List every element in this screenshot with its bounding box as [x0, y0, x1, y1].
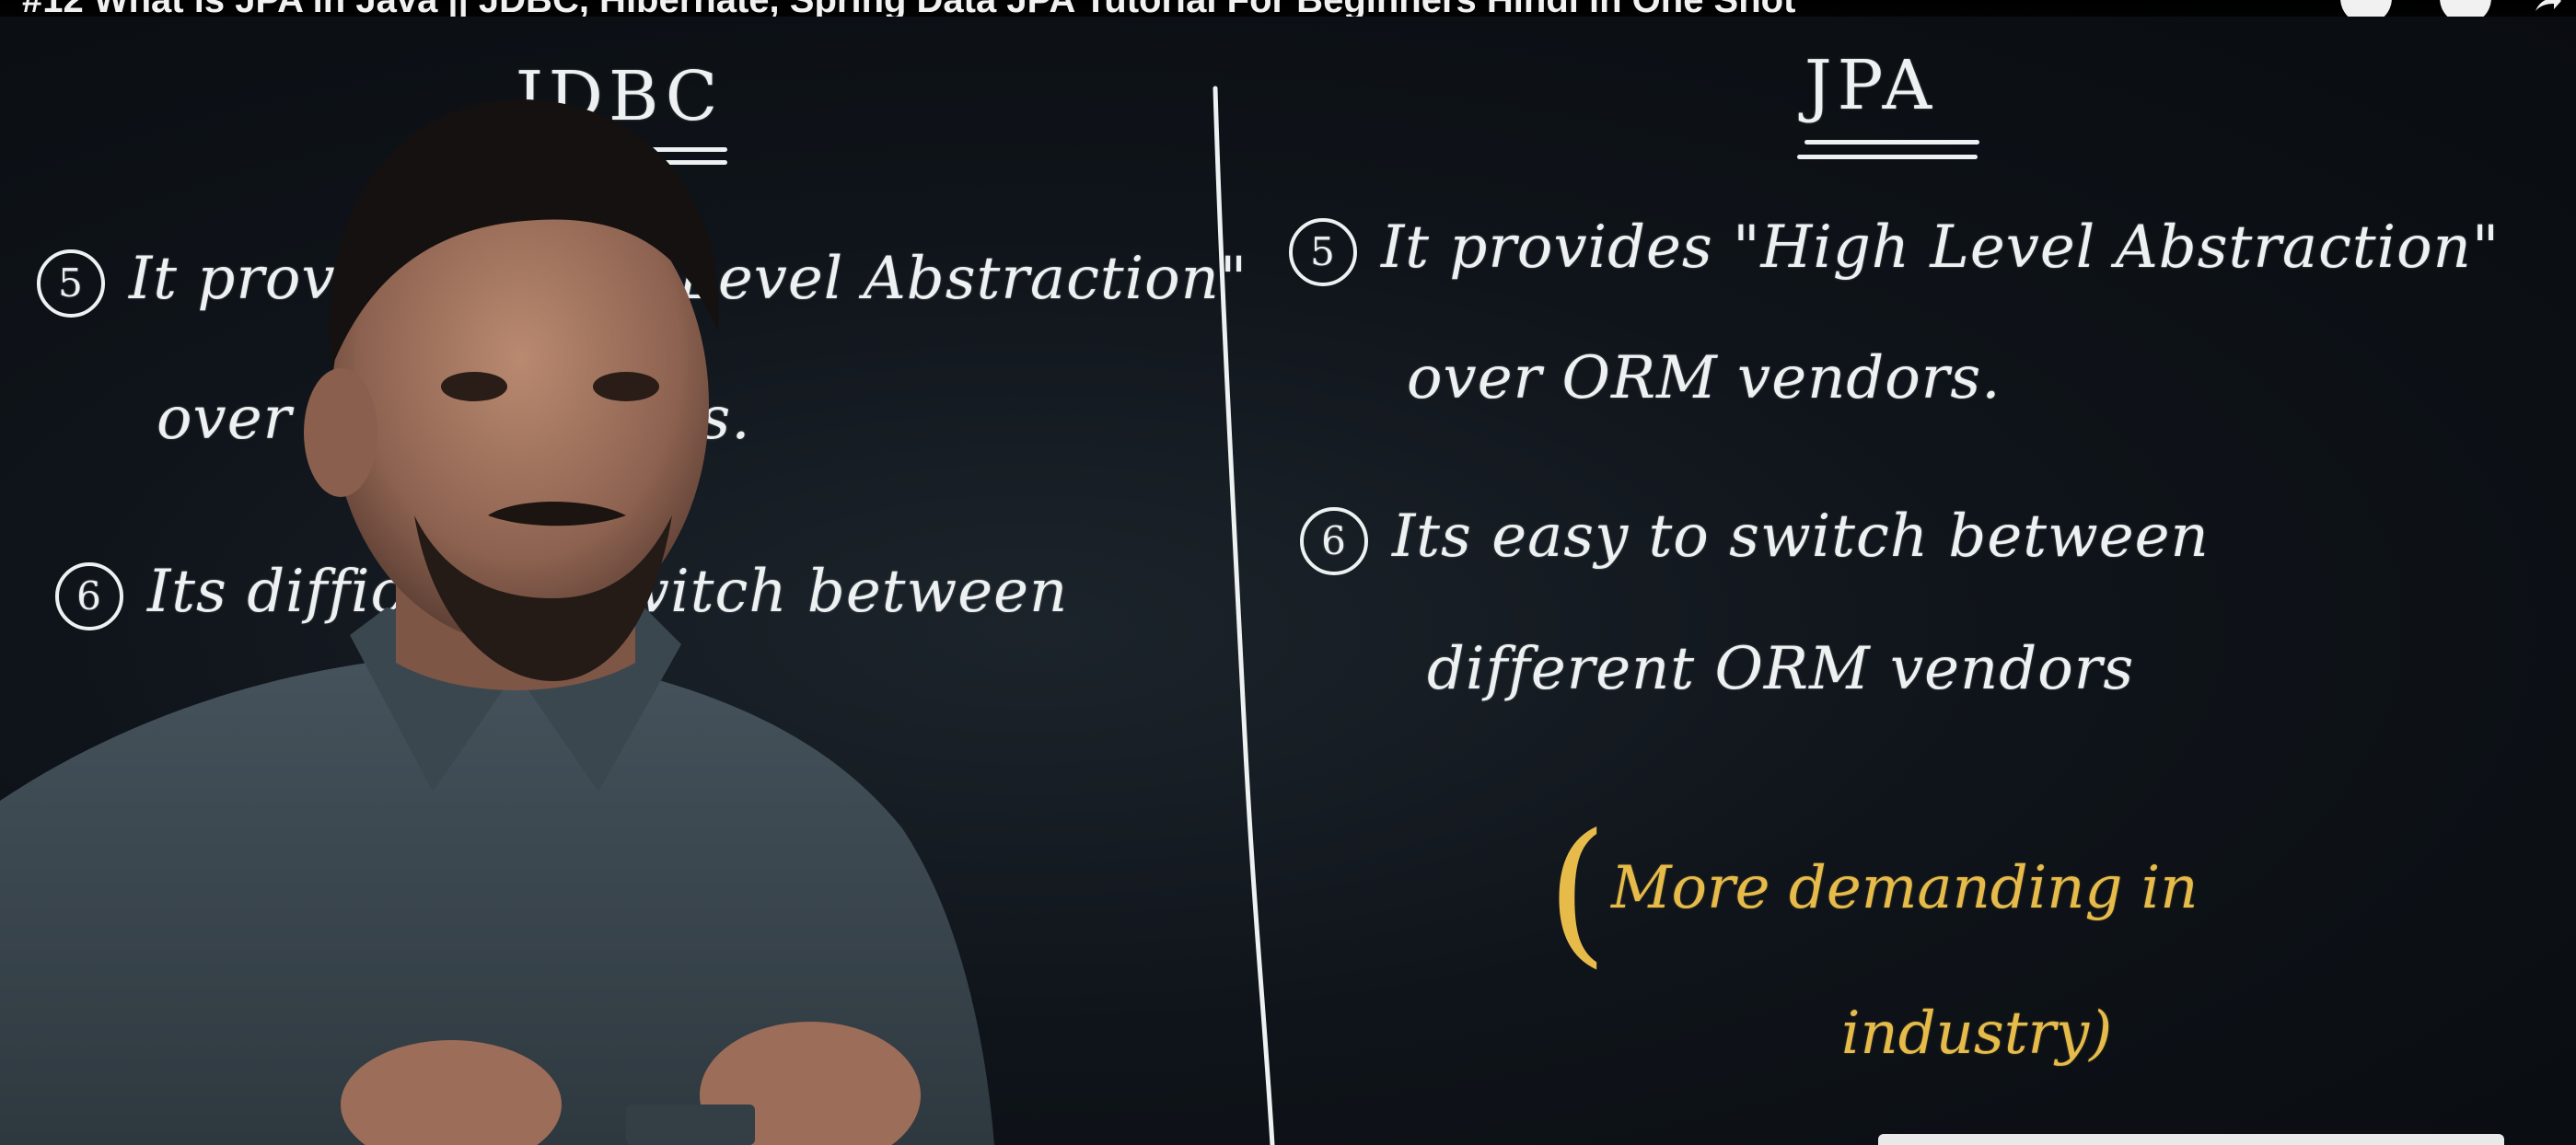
share-icon[interactable] — [2534, 0, 2561, 13]
presenter — [0, 98, 994, 1145]
video-player[interactable]: JDBC 5It provides "High Level Abstractio… — [0, 0, 2576, 1145]
video-title-bar: #12 What is JPA in Java || JDBC, Hiberna… — [0, 0, 2576, 17]
search-icon[interactable] — [2440, 0, 2491, 17]
more-button-icon[interactable] — [2340, 0, 2392, 17]
video-title[interactable]: #12 What is JPA in Java || JDBC, Hiberna… — [22, 0, 1795, 17]
player-progress-bar[interactable] — [1878, 1134, 2504, 1145]
